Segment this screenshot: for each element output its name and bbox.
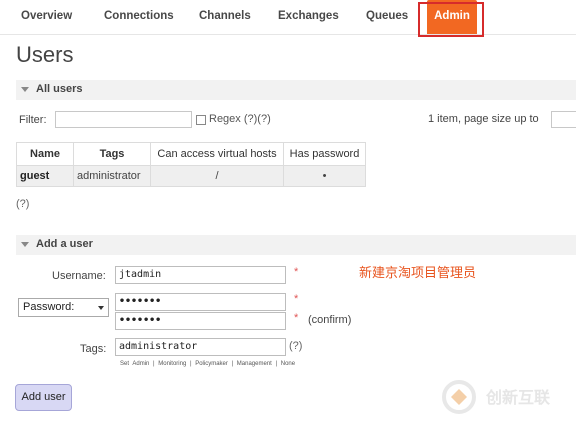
user-vhosts-cell: / [150, 165, 284, 187]
tag-hint-set: Set [120, 361, 130, 367]
tags-input[interactable]: administrator [115, 338, 286, 356]
password-confirm-input[interactable]: ••••••• [115, 312, 286, 330]
add-user-section-header[interactable]: Add a user [16, 235, 576, 255]
help-link[interactable]: (?) [16, 198, 29, 210]
regex-label[interactable]: Regex (?)(?) [209, 113, 271, 125]
page-title: Users [16, 42, 74, 67]
password-input[interactable]: ••••••• [115, 293, 286, 311]
section-title: Add a user [36, 238, 93, 250]
admin-highlight-box [418, 2, 484, 37]
chevron-down-icon [98, 306, 104, 310]
user-password-cell: • [283, 165, 366, 187]
user-tags-cell: administrator [73, 165, 151, 187]
user-name-cell[interactable]: guest [16, 165, 74, 187]
tag-hint-management[interactable]: Management [237, 361, 272, 367]
confirm-label: (confirm) [308, 314, 352, 326]
annotation-text: 新建京淘项目管理员 [359, 266, 477, 281]
tab-connections[interactable]: Connections [104, 0, 174, 34]
tag-hint-separator: | [153, 361, 155, 367]
filter-input[interactable] [55, 111, 192, 128]
col-has-password: Has password [283, 142, 366, 166]
tags-label: Tags: [80, 343, 107, 355]
required-mark: * [294, 312, 299, 324]
regex-checkbox[interactable] [196, 115, 206, 125]
tag-hint-policymaker[interactable]: Policymaker [195, 361, 228, 367]
collapse-triangle-icon [21, 87, 29, 92]
tag-hint-separator: | [231, 361, 234, 367]
all-users-section-header[interactable]: All users [16, 80, 576, 100]
required-mark: * [294, 293, 299, 305]
watermark-text: 创新互联 [486, 388, 551, 407]
col-vhosts: Can access virtual hosts [150, 142, 284, 166]
tab-overview[interactable]: Overview [21, 0, 72, 34]
tag-shortcuts: Set Admin | Monitoring | Policymaker | M… [120, 361, 297, 367]
tag-hint-none[interactable]: None [281, 361, 295, 367]
watermark-logo-icon [442, 380, 476, 414]
required-mark: * [294, 266, 299, 278]
tab-queues[interactable]: Queues [366, 0, 408, 34]
tag-hint-separator: | [189, 361, 192, 367]
tab-exchanges[interactable]: Exchanges [278, 0, 339, 34]
table-header-row: Name Tags Can access virtual hosts Has p… [16, 142, 366, 166]
username-input[interactable]: jtadmin [115, 266, 286, 284]
page-size-input[interactable] [551, 111, 576, 128]
tag-hint-admin[interactable]: Admin [132, 361, 149, 367]
tag-hint-separator: | [275, 361, 278, 367]
tags-help-link[interactable]: (?) [289, 340, 302, 352]
users-table: Name Tags Can access virtual hosts Has p… [16, 142, 366, 187]
top-nav: Overview Connections Channels Exchanges … [0, 0, 576, 35]
username-label: Username: [52, 270, 106, 282]
filter-label: Filter: [19, 114, 47, 126]
select-value: Password: [23, 301, 75, 313]
col-name[interactable]: Name [16, 142, 74, 166]
table-row[interactable]: guest administrator / • [16, 165, 366, 187]
password-type-select[interactable]: Password: [18, 298, 109, 317]
tab-channels[interactable]: Channels [199, 0, 251, 34]
col-tags[interactable]: Tags [73, 142, 151, 166]
tag-hint-monitoring[interactable]: Monitoring [158, 361, 186, 367]
add-user-button[interactable]: Add user [15, 384, 72, 411]
section-title: All users [36, 83, 83, 95]
collapse-triangle-icon [21, 242, 29, 247]
pagination-text: 1 item, page size up to [428, 113, 539, 125]
